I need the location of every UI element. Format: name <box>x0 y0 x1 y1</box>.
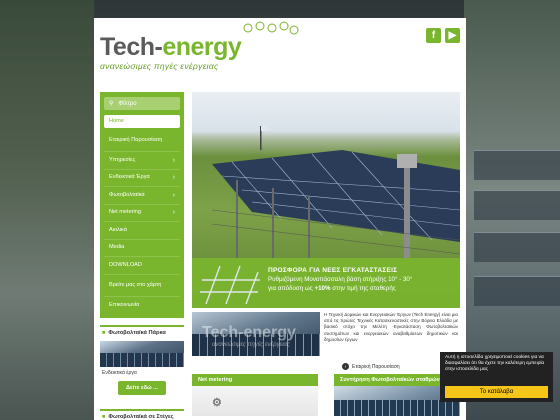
sidebar-item-net-metering[interactable]: Net metering › <box>104 205 180 222</box>
offer-line-2: για απόδοση ως +10% στην τιμή της σταθερ… <box>268 285 412 292</box>
page-container: Tech-energy ανανεώσιμες πηγές ενέργειας … <box>94 18 466 420</box>
sidebar-item-contact[interactable]: Επικοινωνία <box>104 297 180 315</box>
about-image: Tech-energy ανανεώσιμες πηγές ενέργειας <box>192 312 320 356</box>
offer-line-2a: για απόδοση ως <box>268 285 313 292</box>
about-watermark: Tech-energy <box>202 324 296 341</box>
net-metering-image: ⚙ <box>192 386 318 416</box>
logo-bulbs-icon <box>243 21 299 35</box>
sidebar-item-download[interactable]: DOWNLOAD <box>104 257 180 275</box>
sidebar-item-label: Αιολικά <box>109 226 127 233</box>
pv-roofs-title-text: Φωτοβολταϊκά σε Στέγες <box>108 414 174 420</box>
sidebar-item-media[interactable]: Media <box>104 240 180 257</box>
cookie-text: Αυτή η ιστοσελίδα χρησιμοποιεί cookies γ… <box>445 355 545 372</box>
social-links: f ▶ <box>426 28 460 43</box>
sidebar-item-home[interactable]: Home <box>104 115 180 128</box>
sidebar-item-services[interactable]: Υπηρεσίες › <box>104 152 180 170</box>
about-text: Η Τεχνική Δομικών και Ενεργειακών Έργων … <box>324 312 458 342</box>
logo-text-main: Tech- <box>100 33 163 61</box>
card-logo: ⚙ <box>212 397 222 409</box>
site-logo[interactable]: Tech-energy ανανεώσιμες πηγές ενέργειας <box>100 33 242 71</box>
pv-parks-image[interactable] <box>100 341 184 367</box>
sidebar-item-label: Υπηρεσίες <box>109 156 136 163</box>
about-watermark-sub: ανανεώσιμες πηγές ενέργειας <box>212 342 290 348</box>
company-presentation-label: Εταιρική Παρουσίαση <box>352 363 400 370</box>
chevron-right-icon: › <box>172 191 175 199</box>
sidebar-item-label: Media <box>109 244 125 251</box>
sidebar-item-label: Εταιρική Παρουσίαση <box>109 137 163 143</box>
cookie-banner: Αυτή η ιστοσελίδα χρησιμοποιεί cookies γ… <box>440 352 553 402</box>
sidebar-item-label: Φωτοβολταϊκά <box>109 191 145 198</box>
sidebar-item-company[interactable]: Εταιρική Παρουσίαση <box>104 130 180 152</box>
chevron-right-icon: › <box>172 209 175 217</box>
card-title: Net metering <box>192 374 318 386</box>
sun-icon: ■ <box>102 414 106 420</box>
offer-banner[interactable]: ΠΡΟΣΦΟΡΑ ΓΙΑ ΝΕΕΣ ΕΓΚΑΤΑΣΤΑΣΕΙΣ Ρυθμιζόμ… <box>192 258 460 308</box>
pv-roofs-box: ■ Φωτοβολταϊκά σε Στέγες <box>100 409 184 420</box>
offer-line-2c: στην τιμή της σταθερής <box>332 285 396 292</box>
sidebar-item-label: Ενδεικτικά Έργα <box>109 174 150 181</box>
sidebar: ⚲ Φίλτρο Home Εταιρική Παρουσίαση Υπηρεσ… <box>100 92 184 420</box>
offer-title: ΠΡΟΣΦΟΡΑ ΓΙΑ ΝΕΕΣ ΕΓΚΑΤΑΣΤΑΣΕΙΣ <box>268 267 398 274</box>
header: Tech-energy ανανεώσιμες πηγές ενέργειας … <box>94 18 466 90</box>
mount-structure-icon <box>200 265 260 305</box>
cookie-accept-button[interactable]: Το κατάλαβα <box>445 386 548 398</box>
pv-parks-caption: Ενδεικτικά έργα <box>102 370 137 376</box>
sun-icon: ■ <box>102 330 106 336</box>
see-here-button[interactable]: Δείτε εδώ ... <box>118 381 166 395</box>
pv-parks-title: ■ Φωτοβολταϊκά Πάρκα <box>100 325 184 339</box>
main-content: ΠΡΟΣΦΟΡΑ ΓΙΑ ΝΕΕΣ ΕΓΚΑΤΑΣΤΑΣΕΙΣ Ρυθμιζόμ… <box>192 92 460 376</box>
sidebar-item-label: DOWNLOAD <box>109 261 142 268</box>
sidebar-item-map[interactable]: Βρείτε μας στο χάρτη <box>104 275 180 297</box>
background-left <box>0 0 94 420</box>
arrow-right-icon: › <box>342 363 349 370</box>
sidebar-menu: ⚲ Φίλτρο Home Εταιρική Παρουσίαση Υπηρεσ… <box>100 92 184 318</box>
sidebar-item-label: Βρείτε μας στο χάρτη <box>109 281 162 288</box>
pv-roofs-title: ■ Φωτοβολταϊκά σε Στέγες <box>100 409 184 420</box>
sidebar-item-photovoltaics[interactable]: Φωτοβολταϊκά › <box>104 187 180 205</box>
chevron-right-icon: › <box>172 174 175 182</box>
sidebar-item-projects[interactable]: Ενδεικτικά Έργα › <box>104 170 180 187</box>
sidebar-item-label: Home <box>109 118 124 124</box>
about-section: Tech-energy ανανεώσιμες πηγές ενέργειας … <box>192 312 460 376</box>
youtube-icon[interactable]: ▶ <box>445 28 460 43</box>
facebook-icon[interactable]: f <box>426 28 441 43</box>
logo-text-accent: energy <box>162 33 242 61</box>
chevron-right-icon: › <box>172 156 175 164</box>
pv-parks-title-text: Φωτοβολταϊκά Πάρκα <box>108 330 166 336</box>
offer-line-1: Ρυθμιζόμενη Μονοπάσσαλη βάση στήριξης 10… <box>268 276 413 283</box>
company-presentation-link[interactable]: › Εταιρική Παρουσίαση <box>342 363 400 370</box>
feature-cards: Net metering ⚙ Συντήρηση Φωτοβολταϊκών σ… <box>192 374 460 416</box>
search-icon: ⚲ <box>109 101 114 107</box>
offer-percent: +10% <box>314 285 331 292</box>
hero-slideshow[interactable]: ΠΡΟΣΦΟΡΑ ΓΙΑ ΝΕΕΣ ΕΓΚΑΤΑΣΤΑΣΕΙΣ Ρυθμιζόμ… <box>192 92 460 308</box>
sidebar-item-label: Επικοινωνία <box>109 301 140 308</box>
filter-placeholder: Φίλτρο <box>118 100 137 107</box>
pv-parks-box: ■ Φωτοβολταϊκά Πάρκα Ενδεικτικά έργα Δεί… <box>100 325 184 395</box>
logo-tagline: ανανεώσιμες πηγές ενέργειας <box>100 61 219 71</box>
sidebar-item-label: Net metering <box>109 209 142 216</box>
net-metering-card[interactable]: Net metering ⚙ <box>192 374 318 416</box>
filter-input[interactable]: ⚲ Φίλτρο <box>104 97 180 110</box>
sidebar-item-wind[interactable]: Αιολικά <box>104 222 180 240</box>
